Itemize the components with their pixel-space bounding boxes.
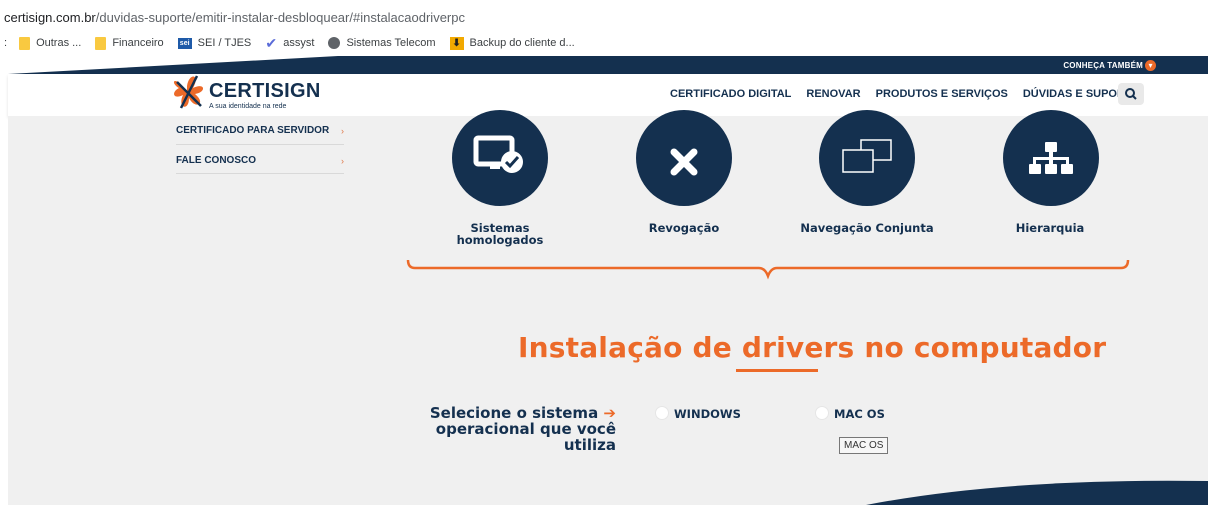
certisign-logo[interactable]: CERTISIGN A sua identidade na rede	[167, 68, 320, 114]
feature-sistemas-homologados[interactable]	[452, 110, 548, 206]
tooltip-mac-os: MAC OS	[839, 437, 889, 454]
section-title: Instalação de drivers no computador	[518, 331, 1107, 364]
globe-icon	[328, 37, 341, 49]
backup-icon: ⬇	[449, 36, 464, 50]
bookmark-sistemas-telecom[interactable]: Sistemas Telecom	[328, 37, 436, 49]
nav-produtos-servicos[interactable]: PRODUTOS E SERVIÇOS	[876, 88, 1008, 100]
radio-mac-os[interactable]	[815, 406, 829, 420]
feature-label-revogacao[interactable]: Revogação	[624, 222, 744, 234]
sidebar-divider	[176, 173, 344, 174]
title-underline	[736, 369, 818, 372]
address-bar[interactable]: certisign.com.br/duvidas-suporte/emitir-…	[0, 0, 1208, 30]
logo-wordmark: CERTISIGN	[209, 80, 321, 102]
feature-label-sistemas[interactable]: Sistemas homologados	[440, 222, 560, 246]
sidebar-divider	[176, 144, 344, 145]
option-mac-os-label[interactable]: MAC OS	[834, 407, 885, 421]
main-nav: CERTIFICADO DIGITAL RENOVAR PRODUTOS E S…	[670, 88, 1154, 100]
feature-label-navegacao[interactable]: Navegação Conjunta	[792, 222, 942, 234]
logo-tagline: A sua identidade na rede	[209, 103, 287, 110]
url-host: certisign.com.br	[4, 10, 96, 25]
assyst-icon: ✔	[265, 34, 278, 51]
chevron-down-icon[interactable]: ▾	[1145, 60, 1156, 71]
feature-hierarquia[interactable]	[1003, 110, 1099, 206]
bottom-wave	[866, 480, 1208, 505]
conheca-tambem-link[interactable]: CONHEÇA TAMBÉM	[1063, 61, 1143, 70]
folder-icon	[95, 36, 107, 50]
url-text[interactable]: certisign.com.br/duvidas-suporte/emitir-…	[4, 10, 465, 25]
bookmark-assyst[interactable]: ✔ assyst	[265, 34, 314, 51]
chevron-right-icon: ›	[341, 126, 344, 136]
search-icon	[1125, 88, 1137, 100]
bookmarks-bar: : Outras ... Financeiro sei SEI / TJES ✔ a…	[0, 30, 1208, 56]
close-icon	[670, 148, 698, 176]
bookmark-sei[interactable]: sei SEI / TJES	[177, 37, 251, 49]
logo-icon	[173, 75, 204, 109]
sei-icon: sei	[177, 37, 192, 49]
nav-certificado-digital[interactable]: CERTIFICADO DIGITAL	[670, 88, 791, 100]
option-windows-label[interactable]: WINDOWS	[674, 407, 741, 421]
bookmark-backup[interactable]: ⬇ Backup do cliente d...	[449, 36, 575, 50]
chevron-right-icon: ›	[341, 156, 344, 166]
search-button[interactable]	[1118, 83, 1144, 105]
bookmarks-prefix: :	[4, 37, 8, 49]
bookmark-financeiro[interactable]: Financeiro	[95, 36, 164, 50]
radio-windows[interactable]	[655, 406, 669, 420]
select-os-label: Selecione o sistema ➔ operacional que vo…	[429, 404, 616, 454]
hierarchy-icon	[1029, 142, 1073, 174]
monitor-check-icon	[473, 135, 523, 173]
feature-navegacao-conjunta[interactable]	[819, 110, 915, 206]
feature-label-hierarquia[interactable]: Hierarquia	[990, 222, 1110, 234]
sidebar-item-fale-conosco[interactable]: FALE CONOSCO	[176, 155, 256, 166]
feature-revogacao[interactable]	[636, 110, 732, 206]
folder-icon	[19, 36, 31, 50]
sidebar-item-certificado-servidor[interactable]: CERTIFICADO PARA SERVIDOR	[176, 125, 329, 136]
nav-renovar[interactable]: RENOVAR	[806, 88, 860, 100]
orange-brace-divider	[406, 259, 1130, 280]
bookmark-outras[interactable]: Outras ...	[19, 36, 81, 50]
windows-icon	[842, 139, 892, 173]
url-path: /duvidas-suporte/emitir-instalar-desbloq…	[95, 10, 465, 25]
